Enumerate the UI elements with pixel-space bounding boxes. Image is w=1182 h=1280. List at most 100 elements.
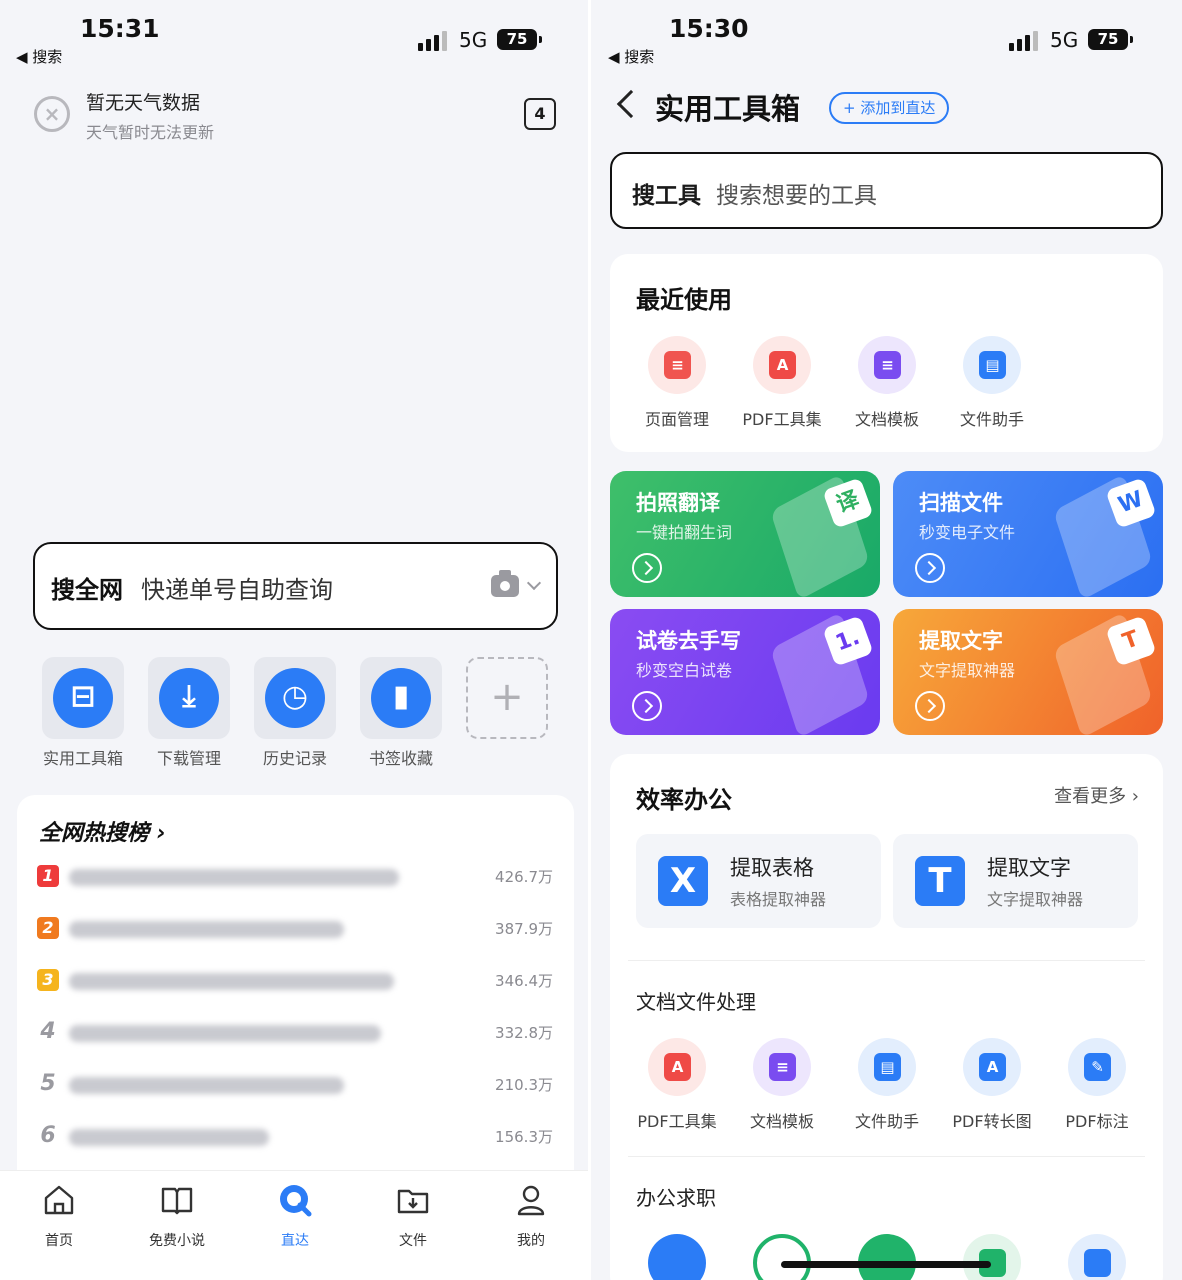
banner-photo-translate[interactable]: 译 拍照翻译 一键拍翻生词 <box>610 471 880 597</box>
rank-number: 4 <box>40 1019 56 1044</box>
status-bar: 15:30 ◀ 搜索 5G 75 <box>591 0 1182 70</box>
divider <box>628 960 1145 961</box>
home-icon <box>44 1185 74 1215</box>
rank-number: 6 <box>40 1123 56 1148</box>
chevron-right-icon <box>632 553 662 583</box>
file-helper-icon: ▤ <box>858 1038 916 1096</box>
tool-doc-template[interactable]: ≡ 文档模板 <box>732 1038 832 1132</box>
hot-search-title[interactable]: 全网热搜榜 › <box>39 815 166 847</box>
back-to-app-link[interactable]: ◀ 搜索 <box>608 46 654 67</box>
quick-link-toolbox[interactable]: ⊟ 实用工具箱 <box>42 657 124 769</box>
tool-resume-check[interactable] <box>732 1234 832 1280</box>
rank-badge: 3 <box>37 969 59 991</box>
office-card: 效率办公 查看更多 › X 提取表格 表格提取神器 T 提取文字 文字提取神器 … <box>610 754 1163 1280</box>
banner-scan-file[interactable]: W 扫描文件 秒变电子文件 <box>893 471 1163 597</box>
hot-search-item[interactable]: 2 387.9万 <box>37 909 553 949</box>
banner-title: 拍照翻译 <box>636 491 720 515</box>
clock-icon: ◷ <box>265 668 325 728</box>
subsection-title: 办公求职 <box>636 1186 716 1210</box>
subsection-title: 文档文件处理 <box>636 990 756 1014</box>
banner-remove-handwriting[interactable]: 1. 试卷去手写 秒变空白试卷 <box>610 609 880 735</box>
profile-icon <box>517 1185 545 1216</box>
battery-icon: 75 <box>1088 29 1133 50</box>
back-arrow-icon[interactable] <box>616 89 646 119</box>
chevron-right-icon <box>915 691 945 721</box>
tool-subtitle: 文字提取神器 <box>987 890 1084 909</box>
back-to-app-link[interactable]: ◀ 搜索 <box>16 46 62 67</box>
book-icon <box>161 1187 193 1215</box>
tool-pdf[interactable]: A PDF工具集 <box>627 1038 727 1132</box>
direct-icon <box>280 1185 312 1217</box>
rank-badge: 2 <box>37 917 59 939</box>
file-download-icon <box>397 1189 429 1214</box>
signal-icon <box>418 31 448 51</box>
see-more-link[interactable]: 查看更多 › <box>1054 782 1139 808</box>
tool-title: 提取表格 <box>730 856 814 880</box>
tab-files[interactable]: 文件 <box>368 1183 458 1250</box>
quick-link-label: 历史记录 <box>262 749 327 768</box>
tab-count-button[interactable]: 4 <box>524 98 556 130</box>
tool-extract-text[interactable]: T 提取文字 文字提取神器 <box>893 834 1138 928</box>
tool-job-person[interactable] <box>942 1234 1042 1280</box>
tool-subtitle: 表格提取神器 <box>730 890 827 909</box>
tool-label: PDF标注 <box>1065 1112 1129 1131</box>
quick-link-download[interactable]: ⤓ 下载管理 <box>148 657 230 769</box>
tab-label: 我的 <box>517 1233 545 1249</box>
hot-search-item[interactable]: 1 426.7万 <box>37 857 553 897</box>
tool-file-helper[interactable]: ▤ 文件助手 <box>837 1038 937 1132</box>
bottom-tab-bar: 首页 免费小说 直达 文件 我的 <box>0 1170 591 1280</box>
scan-icon <box>858 1234 916 1280</box>
tool-label: 文档模板 <box>854 410 919 429</box>
search-box[interactable]: 搜全网 快递单号自助查询 <box>33 542 558 630</box>
pdf-annotate-icon: ✎ <box>1068 1038 1126 1096</box>
quick-link-label: 书签收藏 <box>368 749 433 768</box>
quick-link-bookmarks[interactable]: ▮ 书签收藏 <box>360 657 442 769</box>
section-title: 效率办公 <box>636 786 732 814</box>
tool-search-input[interactable]: 搜索想要的工具 <box>716 176 877 210</box>
hot-search-item[interactable]: 5 210.3万 <box>37 1065 553 1105</box>
pdf-long-image-icon: A <box>963 1038 1021 1096</box>
id-photo-icon <box>1068 1234 1126 1280</box>
weather-widget[interactable]: × 暂无天气数据 天气暂时无法更新 4 <box>34 88 564 148</box>
hot-search-item[interactable]: 4 332.8万 <box>37 1013 553 1053</box>
banner-extract-text[interactable]: T 提取文字 文字提取神器 <box>893 609 1163 735</box>
chevron-right-icon <box>632 691 662 721</box>
quick-link-label: 下载管理 <box>156 749 221 768</box>
tool-search-box[interactable]: 搜工具 搜索想要的工具 <box>610 152 1163 229</box>
tool-id-photo[interactable] <box>1047 1234 1147 1280</box>
tool-pdf-annotate[interactable]: ✎ PDF标注 <box>1047 1038 1147 1132</box>
hot-search-item[interactable]: 3 346.4万 <box>37 961 553 1001</box>
add-to-direct-button[interactable]: + 添加到直达 <box>829 92 950 124</box>
recent-tools-card: 最近使用 ≡ 页面管理 A PDF工具集 ≡ 文档模板 ▤ 文件助手 <box>610 254 1163 452</box>
right-screen: 15:30 ◀ 搜索 5G 75 实用工具箱 + 添加到直达 搜工具 搜索想要的… <box>591 0 1182 1280</box>
camera-icon[interactable] <box>491 570 519 597</box>
tool-scan[interactable] <box>837 1234 937 1280</box>
heat-value: 346.4万 <box>495 972 553 990</box>
weather-subtitle: 天气暂时无法更新 <box>86 123 215 142</box>
tool-doc-template[interactable]: ≡ 文档模板 <box>837 336 937 430</box>
pdf-icon: A <box>753 336 811 394</box>
tool-pdf-long-image[interactable]: A PDF转长图 <box>942 1038 1042 1132</box>
tab-profile[interactable]: 我的 <box>486 1183 576 1250</box>
job-person-icon <box>963 1234 1021 1280</box>
tab-novels[interactable]: 免费小说 <box>132 1183 222 1250</box>
signal-icon <box>1009 31 1039 51</box>
add-quick-link-button[interactable]: + <box>466 657 548 739</box>
tool-label: PDF转长图 <box>952 1112 1032 1131</box>
extract-text-icon: T <box>915 856 965 906</box>
tab-direct[interactable]: 直达 <box>250 1183 340 1250</box>
quick-link-history[interactable]: ◷ 历史记录 <box>254 657 336 769</box>
chevron-down-icon[interactable] <box>526 575 542 591</box>
hot-search-item[interactable]: 6 156.3万 <box>37 1117 553 1157</box>
tool-label: 文件助手 <box>854 1112 919 1131</box>
tool-pdf[interactable]: A PDF工具集 <box>732 336 832 430</box>
tab-label: 首页 <box>45 1233 73 1249</box>
tab-home[interactable]: 首页 <box>14 1183 104 1250</box>
tool-file-helper[interactable]: ▤ 文件助手 <box>942 336 1042 430</box>
tool-extract-table[interactable]: X 提取表格 表格提取神器 <box>636 834 881 928</box>
tab-label: 免费小说 <box>149 1233 205 1249</box>
banner-subtitle: 一键拍翻生词 <box>636 523 733 542</box>
tool-page-manage[interactable]: ≡ 页面管理 <box>627 336 727 430</box>
tool-meeting[interactable] <box>627 1234 727 1280</box>
search-input[interactable]: 快递单号自助查询 <box>141 570 333 605</box>
